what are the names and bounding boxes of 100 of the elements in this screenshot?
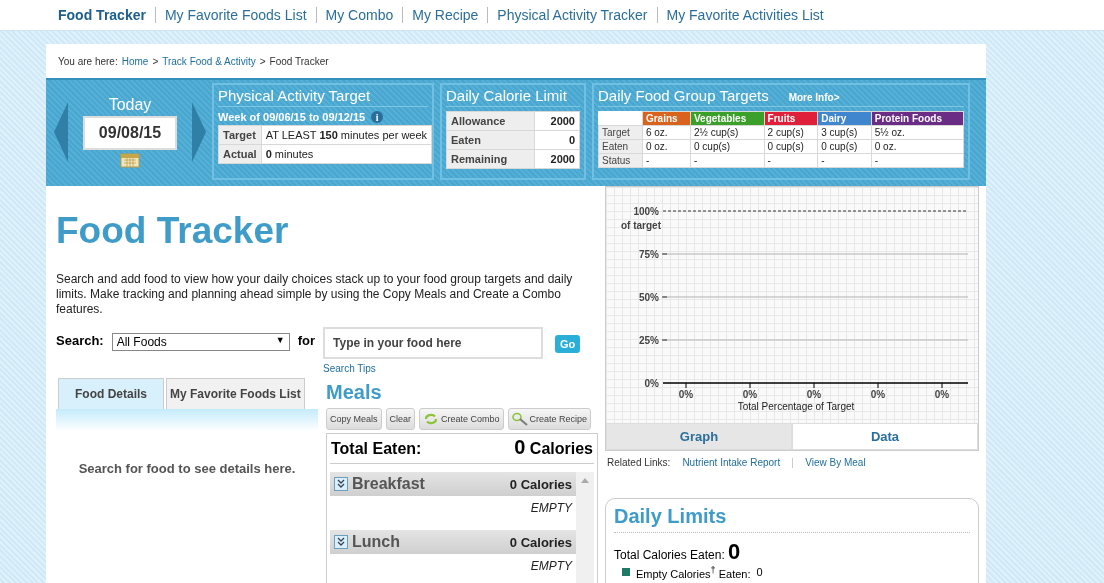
limit-label: Empty Calories$^{†}$ Eaten:: [636, 565, 751, 580]
tab[interactable]: My Favorite Foods List: [166, 378, 305, 409]
meals-title: Meals: [326, 381, 383, 404]
panel-title: Daily Calorie Limit: [446, 87, 580, 107]
date-field[interactable]: 09/08/15: [82, 115, 178, 150]
value-label: 0%: [870, 389, 886, 400]
table-cell: 2½ cup(s): [690, 125, 765, 140]
table-cell: 0 cup(s): [817, 139, 872, 154]
for-label: for: [297, 333, 316, 348]
panel-title: Physical Activity Target: [218, 87, 428, 107]
table-cell: 2000: [534, 111, 580, 131]
meal-button[interactable]: Clear: [385, 408, 416, 430]
row-label: Target: [218, 125, 262, 145]
total-calories-label: Total Calories Eaten:: [614, 548, 725, 562]
search-field[interactable]: Type in your food here: [323, 327, 544, 359]
search-tips-link[interactable]: Search Tips: [323, 363, 544, 374]
chevron-down-icon[interactable]: [334, 477, 348, 491]
x-axis-label: Total Percentage of Target: [737, 401, 855, 412]
related-links-label: Related Links:: [607, 457, 671, 468]
info-icon[interactable]: i: [371, 111, 384, 123]
date-label: Today: [108, 95, 152, 114]
chevron-down-icon[interactable]: [334, 535, 348, 549]
y-tick-label: 25%: [639, 335, 659, 346]
table-cell: 0 minutes: [261, 144, 432, 164]
meal-button[interactable]: Create Combo: [419, 408, 504, 430]
table-cell: 0 oz.: [871, 139, 964, 154]
y-axis-label: of target: [621, 220, 661, 231]
table-cell: 5½ oz.: [871, 125, 964, 140]
nav-link[interactable]: My Favorite Activities List: [666, 7, 824, 23]
table-cell: -: [817, 153, 872, 168]
view-tab[interactable]: Graph: [606, 423, 792, 450]
total-calories-value: 0: [728, 539, 741, 564]
meal-header[interactable]: Lunch 0 Calories: [330, 530, 576, 554]
meal-button[interactable]: Copy Meals: [326, 408, 382, 430]
y-tick-label: 100%: [633, 206, 659, 217]
empty-status: EMPTY: [530, 501, 572, 515]
breadcrumb-text: >: [152, 55, 159, 67]
related-link[interactable]: View By Meal: [805, 457, 866, 468]
view-tab[interactable]: Data: [792, 423, 978, 450]
row-label: Allowance: [446, 111, 535, 131]
table-cell: 6 oz.: [642, 125, 691, 140]
meal-name: Lunch: [352, 533, 401, 551]
breadcrumb-link[interactable]: Home: [121, 55, 149, 67]
table-cell: 0 cup(s): [690, 139, 765, 154]
meal-header[interactable]: Breakfast 0 Calories: [330, 472, 576, 496]
table-cell: -: [690, 153, 765, 168]
column-header: Protein Foods: [871, 111, 964, 126]
meal-calories: 0 Calories: [509, 476, 572, 492]
table-cell: -: [871, 153, 964, 168]
table-cell: 0: [534, 130, 580, 150]
table-cell: 3 cup(s): [817, 125, 872, 140]
value-label: 0%: [934, 389, 950, 400]
meal-button[interactable]: Create Recipe: [507, 408, 592, 430]
breadcrumb-text: >: [259, 55, 266, 67]
breadcrumb-link[interactable]: Track Food & Activity: [162, 55, 256, 67]
table-cell: AT LEAST 150 minutes per week: [261, 125, 432, 145]
card-title: Daily Limits: [614, 505, 970, 533]
previous-day-icon[interactable]: [54, 101, 68, 162]
empty-status: EMPTY: [530, 559, 572, 573]
row-label: Target: [598, 125, 643, 140]
calories-unit: Calories: [529, 440, 593, 457]
column-header: Vegetables: [690, 111, 765, 126]
table-cell: -: [764, 153, 818, 168]
y-tick-label: 50%: [639, 292, 659, 303]
y-tick-label: 75%: [639, 249, 659, 260]
breadcrumb-text: You are here:: [58, 55, 118, 67]
table-cell: 2000: [534, 149, 580, 169]
value-label: 0%: [742, 389, 758, 400]
column-header: Dairy: [817, 111, 872, 126]
nav-link[interactable]: My Recipe: [412, 7, 479, 23]
nav-link[interactable]: Food Tracker: [58, 7, 146, 23]
limit-value: 0: [756, 566, 763, 579]
total-eaten-label: Total Eaten:: [331, 440, 422, 458]
related-link[interactable]: Nutrient Intake Report: [682, 457, 781, 468]
panel-title: Daily Food Group Targets: [598, 87, 769, 106]
y-tick-label: 0%: [644, 378, 659, 389]
page-title: Food Tracker: [56, 210, 290, 252]
table-cell: 2 cup(s): [764, 125, 818, 140]
value-label: 0%: [806, 389, 822, 400]
nav-link[interactable]: My Favorite Foods List: [164, 7, 307, 23]
tab[interactable]: Food Details: [58, 378, 164, 409]
column-header: Grains: [642, 111, 691, 126]
description: Search and add food to view how your daily choices stack up to your food group targets and daily limits. Make tracking and planning ahead simple by using the Copy Meals and Create a Combo features.: [56, 272, 574, 317]
total-eaten-value: 0: [514, 436, 526, 458]
nav-link[interactable]: Physical Activity Tracker: [497, 7, 648, 23]
cycle-arrows-icon: [423, 413, 440, 425]
table-cell: -: [642, 153, 691, 168]
search-label: Search:: [56, 333, 104, 348]
table-cell: 0 cup(s): [764, 139, 818, 154]
food-type-dropdown[interactable]: All Foods ▼: [111, 333, 290, 351]
calendar-icon[interactable]: [120, 151, 140, 168]
column-header: Fruits: [764, 111, 818, 126]
table-cell: 0 oz.: [642, 139, 691, 154]
meal-calories: 0 Calories: [509, 534, 572, 550]
week-range: Week of 09/06/15 to 09/12/15: [218, 111, 366, 123]
nav-link[interactable]: My Combo: [325, 7, 394, 23]
details-message: Search for food to see details here.: [77, 461, 297, 476]
next-day-icon[interactable]: [192, 101, 206, 162]
meal-name: Breakfast: [352, 475, 426, 493]
breadcrumb-text: Food Tracker: [269, 55, 329, 67]
